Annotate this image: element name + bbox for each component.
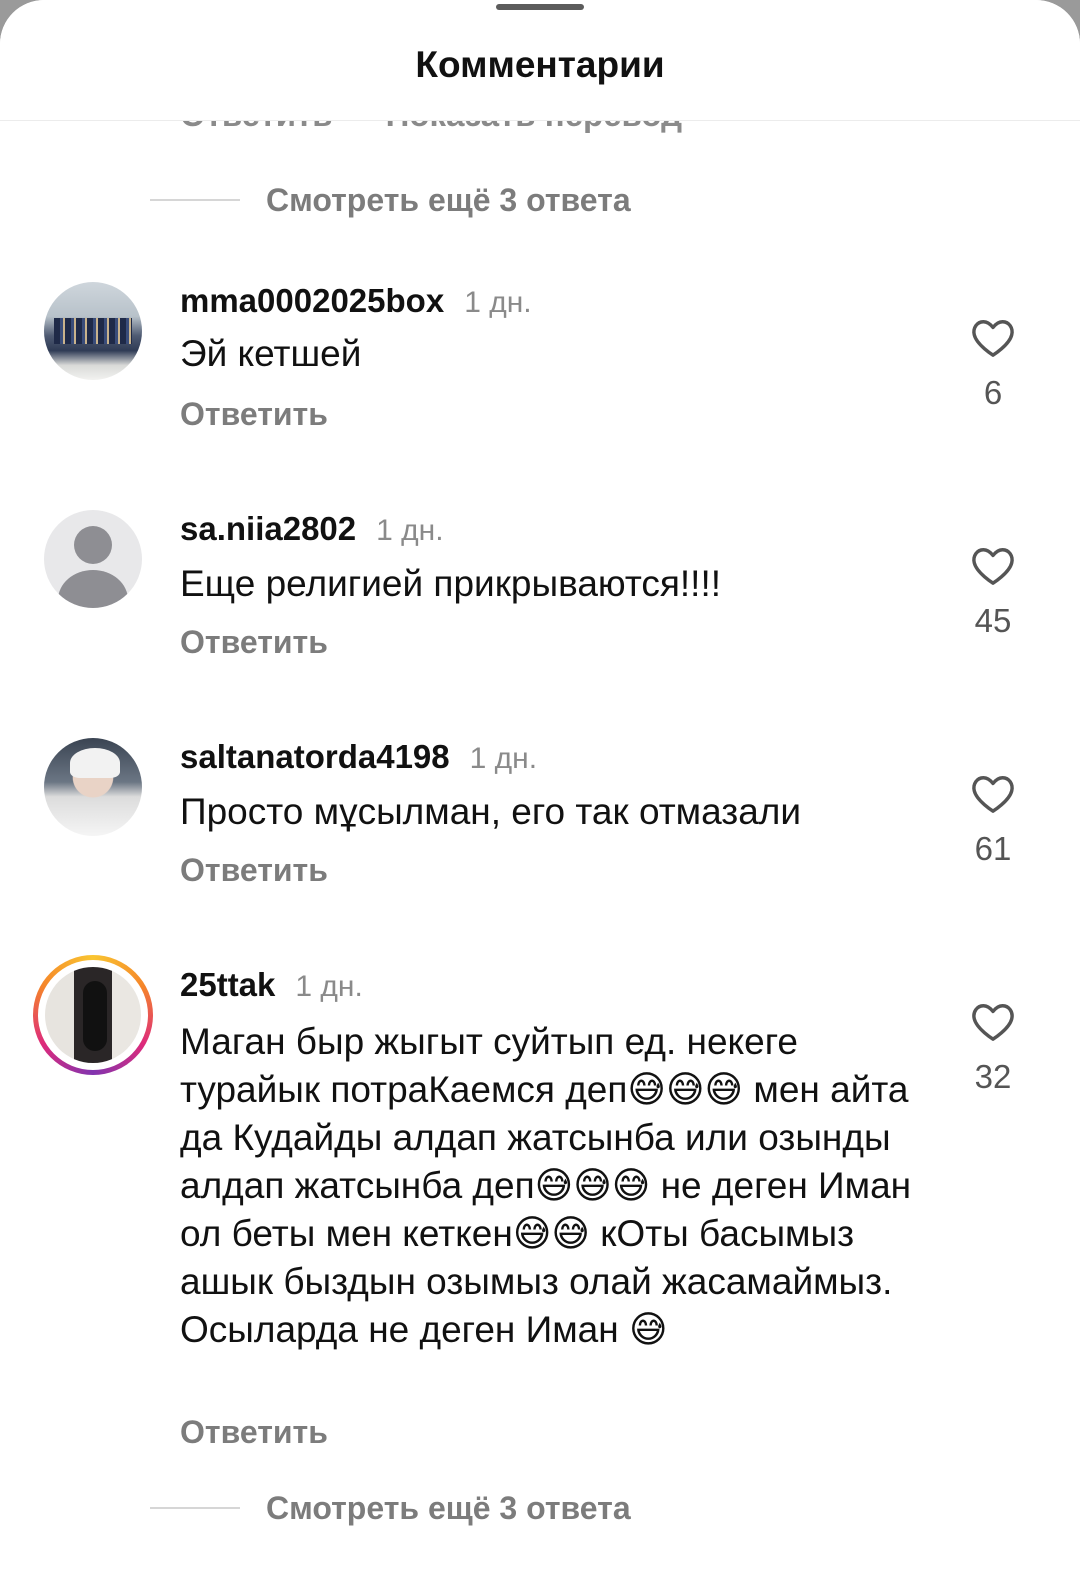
team-photo [54,318,132,344]
divider-line [150,1507,240,1509]
reply-button[interactable]: Ответить [180,1414,328,1451]
like-count: 45 [974,602,1012,639]
reply-button[interactable]: Ответить [180,396,328,433]
comments-sheet: Комментарии Ответить Показать перевод См… [0,0,1080,1585]
like-button[interactable]: 6 [960,316,1026,412]
like-count: 6 [983,374,1003,411]
reply-button[interactable]: Ответить [180,852,328,889]
timestamp: 1 дн. [295,970,363,1003]
comment-text: Эй кетшей [180,333,362,374]
username[interactable]: mma0002025box [180,282,444,320]
heart-outline-icon [972,548,1014,585]
heart-outline-icon [972,776,1014,813]
comment-text: Еще религией прикрываются!!!! [180,563,722,604]
comment-meta: 25ttak 1 дн. [180,966,363,1006]
heart-outline-icon [972,320,1014,357]
comment-meta: saltanatorda4198 1 дн. [180,738,537,778]
comment-text: Просто мұсылман, его так отмазали [180,791,802,832]
divider-line [150,199,240,201]
sheet-header: Комментарии [0,0,1080,121]
timestamp: 1 дн. [464,286,532,319]
view-more-replies[interactable]: Смотреть ещё 3 ответа [150,1486,631,1530]
username[interactable]: sa.niia2802 [180,510,356,548]
default-person-icon [74,526,112,564]
avatar[interactable] [44,282,142,380]
like-count: 32 [974,1058,1012,1095]
comment-meta: mma0002025box 1 дн. [180,282,532,322]
view-more-replies-label: Смотреть ещё 3 ответа [266,1489,631,1526]
view-more-replies-label: Смотреть ещё 3 ответа [266,181,631,218]
username[interactable]: 25ttak [180,966,275,1004]
reply-button[interactable]: Ответить [180,624,328,661]
comment-text: Маган быр жыгыт суйтып ед. некеге турайы… [180,1021,912,1350]
avatar[interactable] [44,510,142,608]
like-button[interactable]: 61 [960,772,1026,868]
avatar[interactable] [33,955,153,1075]
photo-figure [83,981,107,1051]
timestamp: 1 дн. [469,742,538,775]
heart-outline-icon [972,1004,1014,1041]
avatar[interactable] [44,738,142,836]
page-title: Комментарии [415,44,665,85]
like-button[interactable]: 32 [960,1000,1026,1096]
timestamp: 1 дн. [376,514,444,547]
story-ring-photo [45,967,141,1063]
drag-handle[interactable] [496,4,584,10]
comment-meta: sa.niia2802 1 дн. [180,510,444,550]
view-more-replies[interactable]: Смотреть ещё 3 ответа [150,178,631,222]
woman-in-cap-photo [70,748,120,778]
default-person-icon-body [58,570,128,608]
like-button[interactable]: 45 [960,544,1026,640]
like-count: 61 [974,830,1012,867]
username[interactable]: saltanatorda4198 [180,738,450,776]
